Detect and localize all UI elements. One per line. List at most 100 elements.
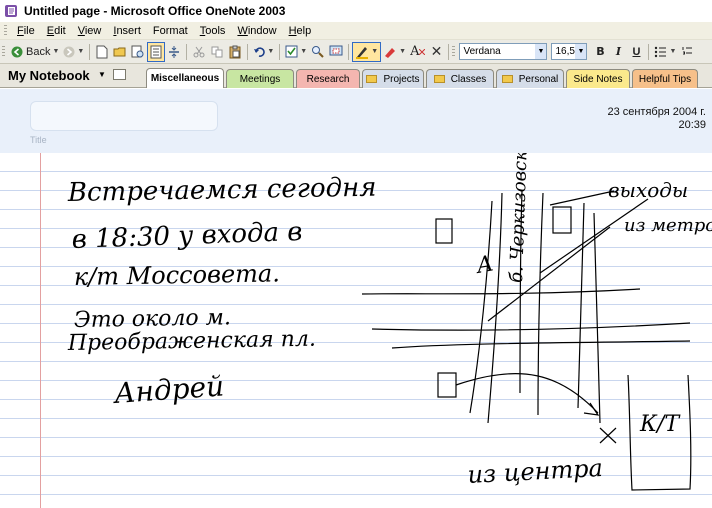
toolbar-grip[interactable] — [2, 45, 5, 58]
notebook-name[interactable]: My Notebook — [8, 68, 90, 83]
highlighter-dropdown-icon[interactable]: ▼ — [399, 48, 406, 55]
back-label: Back — [26, 45, 51, 58]
ink-avenue-line-5[interactable] — [577, 202, 585, 409]
tab-meetings[interactable]: Meetings — [226, 69, 294, 88]
ink-meeting-cross[interactable] — [599, 427, 617, 444]
ink-street-line-top-2[interactable] — [371, 322, 691, 331]
section-group-folder-icon — [501, 75, 513, 83]
ink-note-line-1[interactable]: Встречаемся сегодня — [67, 173, 377, 208]
tab-helpful-tips[interactable]: Helpful Tips — [632, 69, 698, 88]
undo-dropdown-icon[interactable]: ▼ — [267, 48, 274, 55]
formatting-toolbar-grip[interactable] — [452, 45, 456, 58]
print-preview-button[interactable] — [129, 42, 147, 62]
menu-insert[interactable]: Insert — [107, 25, 147, 37]
font-name-field[interactable]: Verdana ▼ — [459, 43, 548, 60]
forward-button[interactable]: ▼ — [61, 42, 86, 62]
insert-space-button[interactable] — [165, 42, 183, 62]
ink-exit-marker-2[interactable] — [552, 206, 572, 234]
onenote-app-icon — [5, 5, 17, 17]
menu-format[interactable]: Format — [147, 25, 194, 37]
tab-personal[interactable]: Personal — [496, 69, 564, 88]
eraser-x-icon — [419, 48, 426, 55]
tab-side-notes[interactable]: Side Notes — [566, 69, 630, 88]
menu-tools[interactable]: Tools — [194, 25, 232, 37]
scissors-icon — [193, 46, 205, 57]
bold-button[interactable]: B — [591, 42, 609, 62]
underline-button[interactable]: U — [627, 42, 645, 62]
tab-classes[interactable]: Classes — [426, 69, 494, 88]
font-size-field[interactable]: 16,5 ▼ — [551, 43, 588, 60]
menu-window[interactable]: Window — [231, 25, 282, 37]
ink-diagonal-road-2[interactable] — [549, 190, 615, 206]
ink-signature[interactable]: Андрей — [111, 369, 225, 410]
ink-street-label[interactable]: б. Черкизовская — [506, 153, 532, 283]
ink-avenue-line-6[interactable] — [593, 212, 601, 424]
ink-from-metro-label[interactable]: из метро — [624, 215, 712, 236]
clear-formatting-button[interactable]: A — [408, 42, 427, 62]
pen-icon — [356, 46, 369, 59]
screen-clipping-button[interactable] — [327, 42, 345, 62]
page-view-button[interactable] — [147, 41, 166, 62]
menu-bar: File Edit View Insert Format Tools Windo… — [0, 22, 712, 40]
font-dropdown-icon[interactable]: ▼ — [535, 44, 547, 59]
back-dropdown-icon[interactable]: ▼ — [52, 48, 59, 55]
bold-glyph: B — [596, 45, 605, 58]
bullets-button[interactable]: ▼ — [652, 42, 678, 62]
paste-button[interactable] — [226, 42, 244, 62]
ink-layer[interactable]: Встречаемся сегодня в 18:30 у входа в к/… — [0, 153, 712, 508]
research-button[interactable] — [309, 42, 327, 62]
note-flag-button[interactable]: ▼ — [283, 42, 309, 62]
new-page-button[interactable] — [93, 42, 111, 62]
ink-exit-marker-3[interactable] — [437, 372, 457, 398]
ink-diagonal-road-1[interactable] — [539, 198, 649, 274]
tab-miscellaneous[interactable]: Miscellaneous — [146, 68, 224, 88]
notebook-folder-icon[interactable] — [113, 69, 126, 80]
ink-avenue-line-4[interactable] — [537, 192, 544, 416]
forward-dropdown-icon[interactable]: ▼ — [77, 48, 84, 55]
page-time: 20:39 — [678, 119, 706, 131]
eraser-button[interactable]: ✕ — [427, 42, 445, 62]
menu-grip[interactable] — [4, 24, 7, 37]
ink-note-line-5[interactable]: Преображенская пл. — [67, 327, 316, 356]
copy-button[interactable] — [208, 42, 226, 62]
note-flag-dropdown-icon[interactable]: ▼ — [300, 48, 307, 55]
page-title-input[interactable] — [30, 101, 218, 131]
ink-arrow-head[interactable] — [583, 402, 600, 416]
ink-note-line-2[interactable]: в 18:30 у входа в — [71, 217, 303, 255]
ink-letter-a[interactable]: А — [473, 251, 496, 279]
highlighter-button[interactable]: ▼ — [381, 42, 408, 62]
ink-street-line-bottom[interactable] — [391, 340, 691, 349]
menu-edit[interactable]: Edit — [41, 25, 72, 37]
cut-button[interactable] — [190, 42, 208, 62]
tab-projects[interactable]: Projects — [362, 69, 424, 88]
ink-note-line-3[interactable]: к/т Моссовета. — [74, 259, 280, 291]
eraser-icon: ✕ — [430, 43, 443, 59]
toolbar-separator — [648, 43, 650, 60]
back-button[interactable]: Back ▼ — [9, 42, 61, 62]
notebook-bar: My Notebook ▼ Miscellaneous Meetings Resea… — [0, 64, 712, 88]
ink-avenue-line-1[interactable] — [469, 200, 493, 414]
tab-research[interactable]: Research — [296, 69, 360, 88]
research-icon — [312, 46, 324, 58]
ink-exit-marker-1[interactable] — [435, 218, 453, 244]
numbering-button[interactable] — [678, 42, 696, 62]
undo-button[interactable]: ▼ — [251, 42, 276, 62]
font-size-value: 16,5 — [555, 46, 575, 57]
italic-button[interactable]: I — [609, 42, 627, 62]
tab-label: Research — [306, 73, 350, 85]
menu-help[interactable]: Help — [283, 25, 318, 37]
notebook-dropdown-icon[interactable]: ▼ — [98, 70, 106, 79]
toolbar-separator — [89, 43, 91, 60]
ink-street-line-top-1[interactable] — [361, 288, 641, 295]
bullets-dropdown-icon[interactable]: ▼ — [669, 48, 676, 55]
menu-view[interactable]: View — [72, 25, 108, 37]
font-size-dropdown-icon[interactable]: ▼ — [575, 44, 587, 59]
pen-button[interactable]: ▼ — [352, 41, 382, 62]
menu-file[interactable]: File — [11, 25, 41, 37]
open-button[interactable] — [111, 42, 129, 62]
ink-route-arrow[interactable] — [455, 373, 599, 414]
ink-from-center-label[interactable]: из центра — [467, 454, 604, 489]
ink-exits-label[interactable]: выходы — [608, 178, 688, 202]
ink-cinema-label[interactable]: К/Т — [639, 412, 681, 437]
pen-dropdown-icon[interactable]: ▼ — [371, 48, 378, 55]
